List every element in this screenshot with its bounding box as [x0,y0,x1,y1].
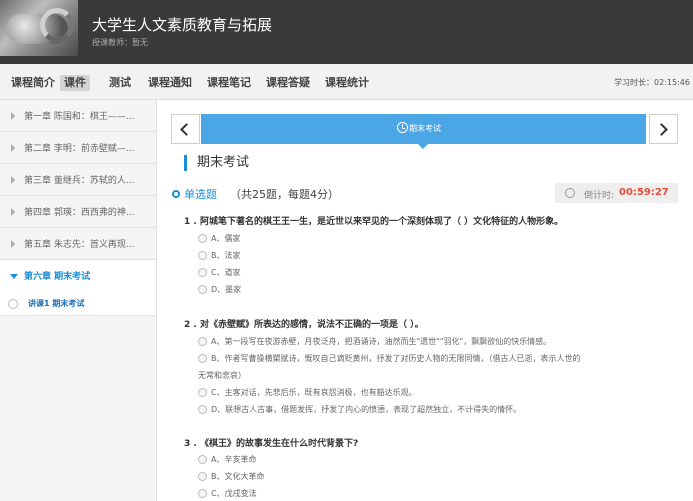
nav-test[interactable]: 测试 [109,75,131,91]
tab-exam[interactable]: 期末考试 [201,114,646,149]
next-button[interactable] [649,114,678,144]
nav-notice[interactable]: 课程通知 [148,75,192,91]
question-type-icon [172,190,180,198]
question-type-desc: （共25题，每题4分） [230,188,339,201]
tab-label: 期末考试 [409,124,441,133]
chevron-left-icon [180,123,193,136]
chevron-right-icon [11,144,15,152]
course-title: 大学生人文素质教育与拓展 [92,16,273,34]
option-label: D、联想古人古事，借题发挥，抒发了内心的愤懑，表现了超然独立，不计得失的情怀。 [211,405,522,414]
radio-button[interactable] [198,388,207,397]
course-header: 大学生人文素质教育与拓展 授课教师：暂无 [0,0,693,64]
option-label: C、戊戌变法 [211,489,257,498]
alarm-clock-icon [565,188,575,198]
radio-button[interactable] [198,455,207,464]
option-label: A、儒家 [211,234,241,243]
main-content: 期末考试 期末考试 单选题 （共25题，每题4分） 倒计时: 00:59:27 … [158,100,693,501]
chevron-right-icon [11,208,15,216]
radio-button[interactable] [198,354,207,363]
option-label: B、法家 [211,251,241,260]
radio-button[interactable] [198,285,207,294]
radio-button[interactable] [198,268,207,277]
countdown-timer: 倒计时: 00:59:27 [555,183,678,203]
question-title: 3 . 《棋王》的故事发生在什么时代背景下? [184,439,359,449]
radio-button[interactable] [198,234,207,243]
radio-button[interactable] [198,472,207,481]
chapter-item[interactable]: 第五章 朱志先：首义再现... [0,228,156,260]
study-time: 学习时长：02:15:46 [614,78,690,87]
option-label: C、主客对话，先悲后乐，既有哀怨消极，也有豁达乐观。 [211,388,417,397]
chapter-item[interactable]: 第三章 董继兵：苏轼的人... [0,164,156,196]
scroll-curl-graphic [40,8,74,42]
radio-button[interactable] [198,489,207,498]
course-cover-image [0,0,78,56]
chapter-label: 第四章 郭瑛：西西弗的神... [24,208,135,218]
nav-courseware[interactable]: 课件 [60,75,90,91]
nav-qa[interactable]: 课程答疑 [266,75,310,91]
timer-value: 00:59:27 [619,187,669,198]
chapter-item[interactable]: 第一章 陈国和：棋王——... [0,100,156,132]
option-label: D、墨家 [211,285,242,294]
radio-button[interactable] [198,337,207,346]
nav-stats[interactable]: 课程统计 [325,75,369,91]
chevron-right-icon [11,176,15,184]
radio-button[interactable] [198,251,207,260]
chapter-label: 第三章 董继兵：苏轼的人... [24,176,135,186]
chapter-label: 第六章 期末考试 [24,272,91,282]
chapter-label: 第二章 李明：前赤壁赋—... [24,144,135,154]
clock-icon [397,122,408,133]
lesson-tab-bar: 期末考试 [171,114,678,149]
question-type: 单选题 [184,188,217,201]
option-label: B、文化大革命 [211,472,265,481]
tab-caret-icon [418,144,428,149]
chevron-right-icon [11,112,15,120]
chapter-item[interactable]: 第四章 郭瑛：西西弗的神... [0,196,156,228]
chapter-label: 第五章 朱志先：首义再现... [24,240,135,250]
option-label: B、作者写曹操横槊赋诗，慨叹自己谪贬黄州，抒发了对历史人物的无限同情，（借古人已… [211,354,581,363]
option-label: A、第一段写在夜游赤壁，月夜泛舟，把酒诵诗，油然而生"遗世""羽化"，飘飘欲仙的… [211,337,552,346]
nav-course-intro[interactable]: 课程简介 [11,75,55,91]
page-title: 期末考试 [184,155,249,171]
question-title: 2 . 对《赤壁赋》所表达的感情，说法不正确的一项是（ ）。 [184,320,424,330]
chapter-item-open[interactable]: 第六章 期末考试 [0,260,156,292]
option-label: A、辛亥革命 [211,455,257,464]
radio-button[interactable] [198,405,207,414]
chevron-down-icon [10,274,18,279]
chapter-label: 第一章 陈国和：棋王——... [24,112,135,122]
lesson-item[interactable]: 讲课1 期末考试 [0,292,156,316]
course-nav: 课程简介 课件 测试 课程通知 课程笔记 课程答疑 课程统计 学习时长：02:1… [0,64,693,100]
prev-button[interactable] [171,114,200,144]
chevron-right-icon [655,123,668,136]
chapter-sidebar: 第一章 陈国和：棋王——... 第二章 李明：前赤壁赋—... 第三章 董继兵：… [0,100,157,501]
lesson-status-icon [8,299,18,309]
timer-label: 倒计时: [584,191,615,201]
chapter-item[interactable]: 第二章 李明：前赤壁赋—... [0,132,156,164]
lesson-label: 讲课1 期末考试 [28,299,85,308]
question-title: 1 . 阿城笔下著名的棋王王一生，是近世以来罕见的一个深刻体现了（ ）文化特征的… [184,217,564,227]
option-label: C、道家 [211,268,241,277]
chevron-right-icon [11,240,15,248]
nav-notes[interactable]: 课程笔记 [207,75,251,91]
course-teacher: 授课教师：暂无 [92,38,148,47]
option-label-continued: 无常和悲哀） [198,371,246,380]
